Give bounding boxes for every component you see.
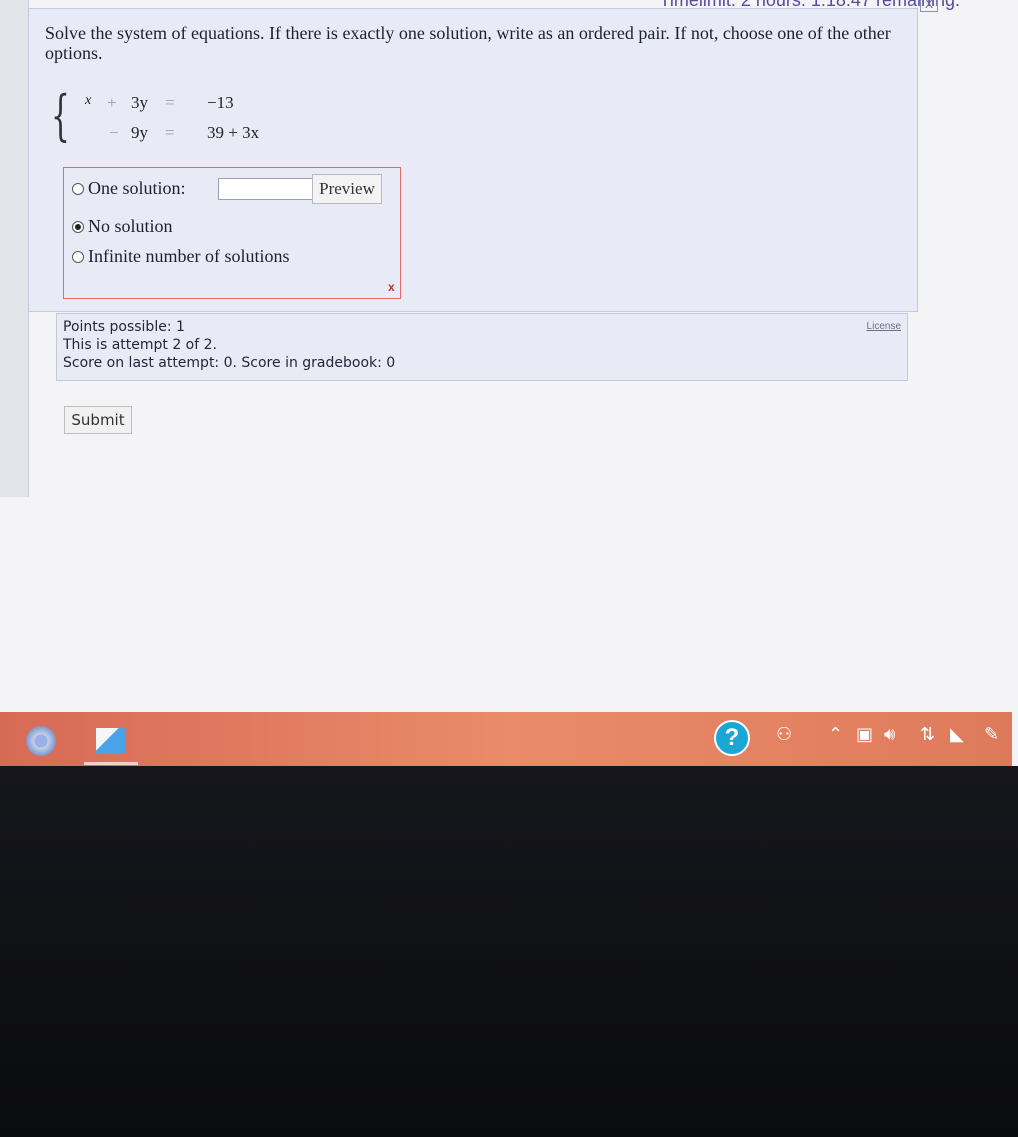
points-possible: Points possible: 1 xyxy=(63,319,185,335)
wifi-icon[interactable]: ◣ xyxy=(950,724,964,745)
eq2-equals: = xyxy=(165,123,175,142)
people-icon[interactable]: ⚇ xyxy=(776,724,792,745)
equation-system: { x + 3y = −13 − 9y = 39 + 3x xyxy=(51,87,311,157)
help-icon[interactable]: ? xyxy=(714,720,750,756)
radio-infinite-solutions[interactable] xyxy=(72,251,84,263)
option-no-solution[interactable]: No solution xyxy=(72,216,173,237)
eq1-right: −13 xyxy=(207,93,234,112)
volume-icon[interactable]: 🔊︎ xyxy=(884,724,895,745)
chevron-up-icon[interactable]: ⌃ xyxy=(828,724,843,745)
active-app-indicator xyxy=(84,762,138,765)
timer-close-button[interactable]: X xyxy=(920,0,938,12)
eq1-term-b: 3y xyxy=(131,93,148,112)
eq2-term-b: 9y xyxy=(131,123,148,142)
radio-one-solution[interactable] xyxy=(72,183,84,195)
score-info-box: Points possible: 1 This is attempt 2 of … xyxy=(56,313,908,381)
option-infinite-solutions-label: Infinite number of solutions xyxy=(88,246,290,266)
option-one-solution-label: One solution: xyxy=(88,178,186,198)
score-text: Score on last attempt: 0. Score in grade… xyxy=(63,355,396,371)
eq2-right: 39 + 3x xyxy=(207,123,260,142)
eq1-term-a: x xyxy=(85,93,92,108)
answer-options-box: One solution: Preview No solution Infini… xyxy=(63,167,401,299)
submit-button[interactable]: Submit xyxy=(64,406,132,434)
screen-edge xyxy=(1012,712,1018,766)
sync-icon[interactable]: ⇅ xyxy=(920,724,935,745)
taskbar: ? ⚇ ⌃ ▣ 🔊︎ ⇅ ◣ ✎ xyxy=(0,712,1018,766)
license-link[interactable]: License xyxy=(867,318,901,336)
screen: Timelimit: 2 hours. 1:18:47 remaining. X… xyxy=(0,0,1018,712)
eq1-equals: = xyxy=(165,93,175,112)
pen-icon[interactable]: ✎ xyxy=(984,724,999,745)
option-infinite-solutions[interactable]: Infinite number of solutions xyxy=(72,246,289,267)
option-no-solution-label: No solution xyxy=(88,216,173,236)
option-one-solution[interactable]: One solution: xyxy=(72,178,186,199)
question-prompt: Solve the system of equations. If there … xyxy=(45,23,891,63)
eq2-op: − xyxy=(109,123,119,142)
monitor-bezel xyxy=(0,766,1018,1137)
attempt-count: This is attempt 2 of 2. xyxy=(63,337,217,353)
network-icon[interactable]: ▣ xyxy=(856,724,873,745)
chrome-icon[interactable] xyxy=(26,726,56,756)
question-box: Solve the system of equations. If there … xyxy=(28,8,918,312)
radio-no-solution[interactable] xyxy=(72,221,84,233)
left-panel xyxy=(0,0,29,497)
preview-button[interactable]: Preview xyxy=(312,174,382,204)
incorrect-mark-icon: x xyxy=(388,280,395,294)
file-explorer-icon[interactable] xyxy=(96,728,126,754)
one-solution-input[interactable] xyxy=(218,178,314,200)
brace-icon: { xyxy=(51,84,70,147)
eq1-op: + xyxy=(107,93,117,112)
